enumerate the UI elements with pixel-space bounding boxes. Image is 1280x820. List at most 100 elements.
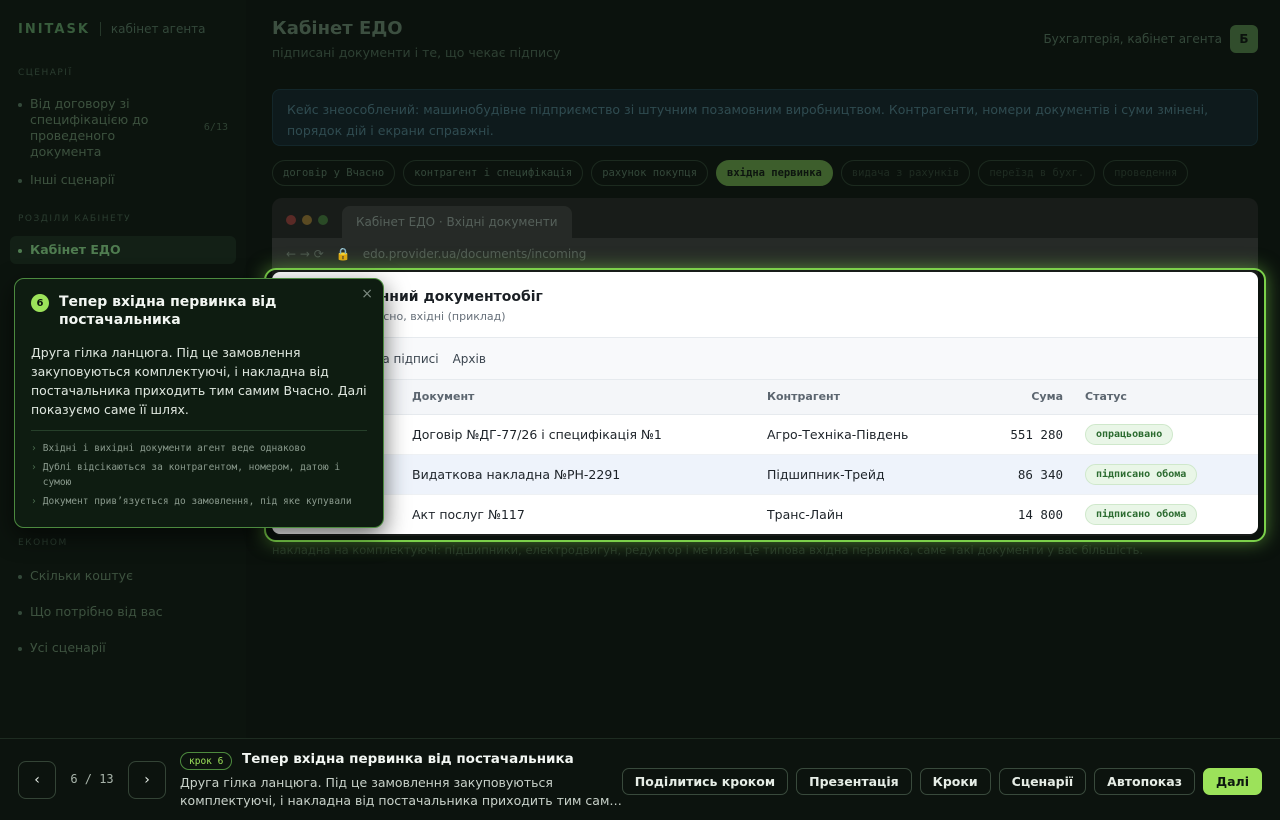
sidebar-more-list: Скільки коштує Що потрібно від вас Усі с… bbox=[10, 562, 236, 662]
sidebar-item-main-scenario[interactable]: Від договору зі специфікацією до проведе… bbox=[10, 90, 236, 166]
step-number: 6 bbox=[31, 294, 49, 312]
panel-header: онний документообіг часно, вхідні (прикл… bbox=[272, 272, 1258, 338]
cell-counterparty: Агро-Техніка-Південь bbox=[767, 414, 977, 455]
tooltip-body: Друга гілка ланцюга. Під це замовлення з… bbox=[31, 345, 367, 417]
browser-tab[interactable]: Кабінет ЕДО · Вхідні документи bbox=[342, 206, 572, 238]
bullet-icon bbox=[18, 179, 22, 183]
cell-status: підписано обома bbox=[1063, 454, 1258, 495]
tooltip-header: 6 Тепер вхідна первинка від постачальник… bbox=[31, 293, 367, 329]
bullet-icon bbox=[18, 575, 22, 579]
step-badge: крок 6 bbox=[180, 752, 233, 770]
col-sum: Сума bbox=[977, 380, 1063, 415]
scenarios-button[interactable]: Сценарії bbox=[998, 768, 1087, 795]
documents-table: Документ Контрагент Сума Статус Договір … bbox=[272, 380, 1258, 534]
bullet-icon bbox=[18, 103, 22, 107]
browser-tabbar: Кабінет ЕДО · Вхідні документи bbox=[272, 198, 1258, 238]
browser-address-bar: ← → ⟳ 🔒 edo.provider.ua/documents/incomi… bbox=[272, 238, 1258, 270]
scenario-progress: 6/13 bbox=[203, 122, 228, 133]
minimize-window-icon bbox=[302, 215, 312, 225]
table-header: Документ Контрагент Сума Статус bbox=[272, 380, 1258, 415]
cell-counterparty: Підшипник-Трейд bbox=[767, 454, 977, 495]
table-row[interactable]: Акт послуг №117 Транс-Лайн 14 800 підпис… bbox=[272, 494, 1258, 534]
close-icon[interactable]: × bbox=[361, 286, 373, 302]
tab-archive[interactable]: Архів bbox=[453, 352, 486, 366]
arrow-right-icon: › bbox=[31, 496, 37, 507]
chip-issue[interactable]: видача з рахунків bbox=[840, 160, 971, 186]
brand-divider bbox=[99, 22, 101, 36]
tour-bar: ‹ 6 / 13 › крок 6 Тепер вхідна первинка … bbox=[0, 738, 1280, 820]
brand-logo: INITASK bbox=[18, 21, 90, 37]
lock-icon: 🔒 bbox=[335, 247, 351, 261]
cell-sum: 86 340 bbox=[977, 454, 1063, 495]
bullet-icon bbox=[18, 647, 22, 651]
sidebar-item-other-scenarios[interactable]: Інші сценарії bbox=[10, 166, 236, 194]
list-item: › Дублі відсікаються за контрагентом, но… bbox=[31, 460, 367, 490]
page-title: Кабінет ЕДО bbox=[272, 18, 403, 39]
user-name: Бухгалтерія, кабінет агента bbox=[1043, 32, 1222, 46]
step-description: Друга гілка ланцюга. Під це замовлення з… bbox=[180, 775, 622, 808]
nav-arrows-icon: ← → ⟳ bbox=[286, 247, 324, 261]
step-caption: накладна на комплектуючі: підшипники, ел… bbox=[272, 543, 1144, 557]
chip-invoice[interactable]: рахунок покупця bbox=[591, 160, 709, 186]
panel-tabs: і На підписі Архів bbox=[272, 338, 1258, 380]
share-step-button[interactable]: Поділитись кроком bbox=[621, 768, 789, 795]
brand: INITASK кабінет агента bbox=[10, 18, 236, 40]
panel-subtitle: часно, вхідні (приклад) bbox=[370, 310, 506, 323]
point-text: Вхідні і вихідні документи агент веде од… bbox=[42, 443, 306, 454]
list-item: › Вхідні і вихідні документи агент веде … bbox=[31, 441, 367, 456]
sidebar-item-requirements[interactable]: Що потрібно від вас bbox=[10, 598, 236, 626]
sidebar-item-all-scenarios[interactable]: Усі сценарії bbox=[10, 634, 236, 662]
chip-transfer[interactable]: переїзд в бухг. bbox=[978, 160, 1096, 186]
bullet-icon bbox=[18, 611, 22, 615]
sidebar-item-label: Кабінет ЕДО bbox=[30, 242, 121, 257]
autoplay-button[interactable]: Автопоказ bbox=[1094, 768, 1195, 795]
edo-incoming-panel: онний документообіг часно, вхідні (прикл… bbox=[272, 272, 1258, 534]
chip-incoming-primary[interactable]: вхідна первинка bbox=[716, 160, 833, 186]
cell-sum: 14 800 bbox=[977, 494, 1063, 534]
point-text: Документ прив’язується до замовлення, пі… bbox=[42, 496, 352, 507]
table-row[interactable]: Договір №ДГ-77/26 і специфікація №1 Агро… bbox=[272, 414, 1258, 455]
close-window-icon bbox=[286, 215, 296, 225]
tooltip-divider bbox=[31, 430, 367, 431]
section-more: ЕКОНОМ bbox=[18, 538, 68, 548]
chip-posting[interactable]: проведення bbox=[1103, 160, 1189, 186]
url-field[interactable]: edo.provider.ua/documents/incoming bbox=[363, 247, 587, 261]
chevron-left-icon: ‹ bbox=[34, 772, 40, 788]
col-counterparty: Контрагент bbox=[767, 380, 977, 415]
cell-counterparty: Транс-Лайн bbox=[767, 494, 977, 534]
next-step-arrow-button[interactable]: › bbox=[128, 761, 166, 799]
cell-status: підписано обома bbox=[1063, 494, 1258, 534]
table-row[interactable]: Видаткова накладна №РН-2291 Підшипник-Тр… bbox=[272, 454, 1258, 495]
arrow-right-icon: › bbox=[31, 462, 37, 473]
list-item: › Документ прив’язується до замовлення, … bbox=[31, 494, 367, 509]
steps-button[interactable]: Кроки bbox=[919, 768, 991, 795]
sidebar-item-label: Інші сценарії bbox=[30, 172, 115, 187]
chevron-right-icon: › bbox=[144, 772, 150, 788]
cell-status: опрацьовано bbox=[1063, 414, 1258, 455]
sidebar-item-label: Скільки коштує bbox=[30, 568, 133, 583]
step-title: Тепер вхідна первинка від постачальника bbox=[242, 751, 574, 767]
section-scenarios: СЦЕНАРІЇ bbox=[18, 68, 73, 78]
sidebar-item-label: Що потрібно від вас bbox=[30, 604, 163, 619]
tooltip-title: Тепер вхідна первинка від постачальника bbox=[59, 294, 277, 328]
tour-actions: Поділитись кроком Презентація Кроки Сцен… bbox=[621, 768, 1262, 795]
tour-tooltip: × 6 Тепер вхідна первинка від постачальн… bbox=[14, 278, 384, 528]
avatar: Б bbox=[1230, 25, 1258, 53]
status-badge: підписано обома bbox=[1085, 463, 1198, 485]
maximize-window-icon bbox=[318, 215, 328, 225]
step-chips: договір у Вчасно контрагент і специфікац… bbox=[272, 160, 1189, 186]
sidebar-item-edo[interactable]: Кабінет ЕДО bbox=[10, 236, 236, 264]
chip-contract[interactable]: договір у Вчасно bbox=[272, 160, 396, 186]
sidebar-item-label: Усі сценарії bbox=[30, 640, 106, 655]
user-menu[interactable]: Бухгалтерія, кабінет агента Б bbox=[1043, 25, 1258, 53]
sidebar-item-pricing[interactable]: Скільки коштує bbox=[10, 562, 236, 590]
brand-subtitle: кабінет агента bbox=[110, 22, 206, 36]
col-status: Статус bbox=[1063, 380, 1258, 415]
step-counter: 6 / 13 bbox=[70, 772, 114, 786]
sidebar-item-label: Від договору зі специфікацією до проведе… bbox=[30, 96, 149, 159]
arrow-right-icon: › bbox=[31, 443, 37, 454]
chip-counterparty[interactable]: контрагент і специфікація bbox=[403, 160, 584, 186]
next-button[interactable]: Далі bbox=[1202, 768, 1262, 795]
prev-step-button[interactable]: ‹ bbox=[18, 761, 56, 799]
presentation-button[interactable]: Презентація bbox=[796, 768, 912, 795]
